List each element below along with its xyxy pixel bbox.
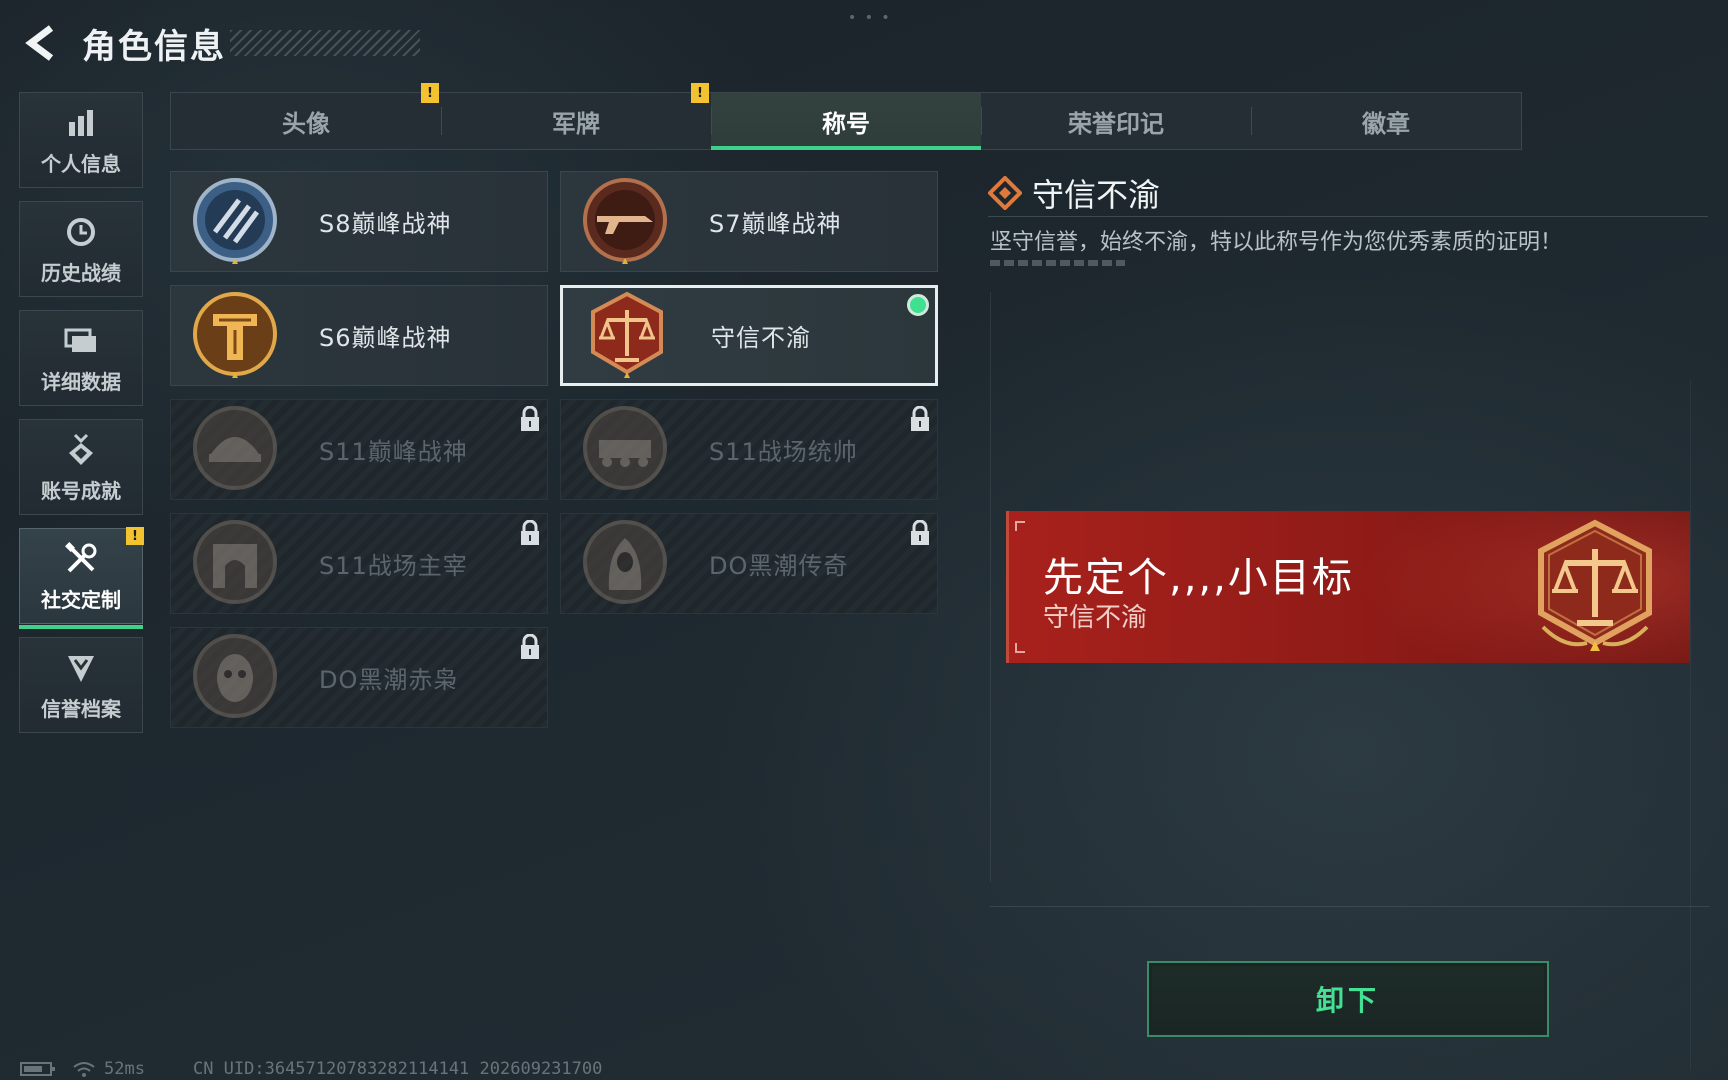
folders-icon (64, 322, 98, 360)
lock-icon (521, 406, 539, 431)
bar-chart-icon (66, 104, 96, 142)
title-card-do-red-owl[interactable]: DO黑潮赤枭 (170, 627, 548, 728)
title-card-label: DO黑潮传奇 (709, 552, 849, 580)
title-card-label: 守信不渝 (711, 324, 811, 352)
tab-label: 军牌 (552, 109, 600, 138)
diamond-ornament-icon (988, 176, 1022, 210)
divider (988, 216, 1708, 217)
title-card-label: S8巅峰战神 (319, 210, 452, 238)
sidebar-item-social-custom[interactable]: ! 社交定制 (19, 527, 144, 629)
scales-medal-icon (1538, 519, 1652, 651)
title-card-s11-peak[interactable]: S11巅峰战神 (170, 399, 548, 500)
sidebar-item-label: 历史战绩 (41, 260, 121, 285)
unequip-button-label: 卸下 (1315, 984, 1380, 1017)
vehicle-medal-icon (583, 405, 667, 490)
corner-bracket (1015, 521, 1025, 531)
page-title: 角色信息 (82, 26, 226, 67)
title-detail-panel: 守信不渝 坚守信誉，始终不渝，特以此称号作为您优秀素质的证明！ (988, 170, 1708, 266)
detail-header: 守信不渝 (988, 170, 1708, 216)
detail-description: 坚守信誉，始终不渝，特以此称号作为您优秀素质的证明！ (990, 230, 1563, 255)
banner-player-name: 先定个,,,,小目标 (1043, 555, 1354, 601)
tab-avatar[interactable]: 头像 ! (171, 83, 441, 149)
page-header: 角色信息 (20, 18, 420, 68)
wifi-icon (72, 1060, 96, 1078)
banner-title-name: 守信不渝 (1043, 603, 1148, 633)
sidebar-item-label: 信誉档案 (41, 696, 121, 721)
frame-line (990, 906, 1710, 907)
lock-icon (911, 406, 929, 431)
battery-icon (20, 1061, 56, 1077)
tab-label: 荣誉印记 (1068, 109, 1164, 138)
title-card-s7-peak[interactable]: S7巅峰战神 (560, 171, 938, 272)
hooded-figure-medal-icon (583, 519, 667, 604)
title-card-label: S11战场主宰 (319, 552, 468, 580)
rifle-medal-icon (583, 177, 667, 264)
sidebar-item-achievements[interactable]: 账号成就 (19, 419, 143, 515)
frame-line (1690, 380, 1691, 1070)
tools-icon (64, 540, 98, 578)
title-card-s6-peak[interactable]: S6巅峰战神 (170, 285, 548, 386)
title-card-label: S7巅峰战神 (709, 210, 842, 238)
sidebar-item-details[interactable]: 详细数据 (19, 310, 143, 406)
title-card-s11-commander[interactable]: S11战场统帅 (560, 399, 938, 500)
tab-label: 头像 (282, 109, 330, 138)
achievement-icon (65, 431, 97, 469)
clock-icon (65, 213, 97, 251)
tab-badge: ! (691, 83, 709, 103)
scales-medal-icon (591, 291, 663, 378)
lock-icon (521, 520, 539, 545)
title-card-do-legend[interactable]: DO黑潮传奇 (560, 513, 938, 614)
sidebar: 个人信息 历史战绩 详细数据 账号成就 ! 社交定制 信誉档案 (19, 92, 144, 746)
sidebar-item-label: 社交定制 (41, 587, 121, 612)
title-preview-banner: 先定个,,,,小目标 守信不渝 (1006, 511, 1690, 663)
detail-title: 守信不渝 (1032, 176, 1161, 214)
title-decoration (230, 30, 420, 56)
unequip-button[interactable]: 卸下 (1147, 961, 1549, 1037)
title-card-keep-faith[interactable]: 守信不渝 (560, 285, 938, 386)
shield-chevron-icon (65, 649, 97, 687)
blue-striped-medal-icon (193, 177, 277, 264)
tab-badge: ! (421, 83, 439, 103)
chevron-left-icon[interactable] (20, 21, 60, 65)
tab-label: 称号 (822, 109, 870, 138)
sidebar-item-reputation[interactable]: 信誉档案 (19, 637, 143, 733)
tab-dogtag[interactable]: 军牌 ! (441, 83, 711, 149)
lock-icon (911, 520, 929, 545)
title-card-s8-peak[interactable]: S8巅峰战神 (170, 171, 548, 272)
tab-honor-mark[interactable]: 荣誉印记 (981, 93, 1251, 149)
title-card-s11-dominator[interactable]: S11战场主宰 (170, 513, 548, 614)
title-card-label: DO黑潮赤枭 (319, 666, 459, 694)
sidebar-item-label: 详细数据 (41, 369, 121, 394)
sidebar-item-history[interactable]: 历史战绩 (19, 201, 143, 297)
tab-title[interactable]: 称号 (711, 93, 981, 150)
corner-bracket (1015, 643, 1025, 653)
owl-medal-icon (193, 633, 277, 718)
title-card-label: S11巅峰战神 (319, 438, 468, 466)
title-card-label: S11战场统帅 (709, 438, 858, 466)
tab-badge-collection[interactable]: 徽章 (1251, 93, 1521, 149)
gold-t-medal-icon (193, 291, 277, 378)
helmet-medal-icon (193, 405, 277, 490)
sidebar-item-profile[interactable]: 个人信息 (19, 92, 143, 188)
sidebar-item-label: 账号成就 (41, 478, 121, 503)
sidebar-item-label: 个人信息 (41, 151, 121, 176)
category-tabs: 头像 ! 军牌 ! 称号 荣誉印记 徽章 (170, 83, 1522, 150)
title-card-label: S6巅峰战神 (319, 324, 452, 352)
arch-medal-icon (193, 519, 277, 604)
sidebar-item-badge: ! (126, 527, 144, 545)
ping-text: 52ms (104, 1059, 145, 1079)
equipped-indicator (907, 294, 929, 316)
top-handle-dots: • • • (848, 10, 892, 26)
lock-icon (521, 634, 539, 659)
decoration-dots (990, 260, 1125, 266)
uid-text: CN UID:3645712078328211414​1 20260923170… (192, 1059, 603, 1079)
tab-label: 徽章 (1362, 109, 1410, 138)
status-bar: 52ms CN UID:3645712078328211414​1 202609… (20, 1058, 610, 1080)
frame-line (990, 292, 991, 882)
